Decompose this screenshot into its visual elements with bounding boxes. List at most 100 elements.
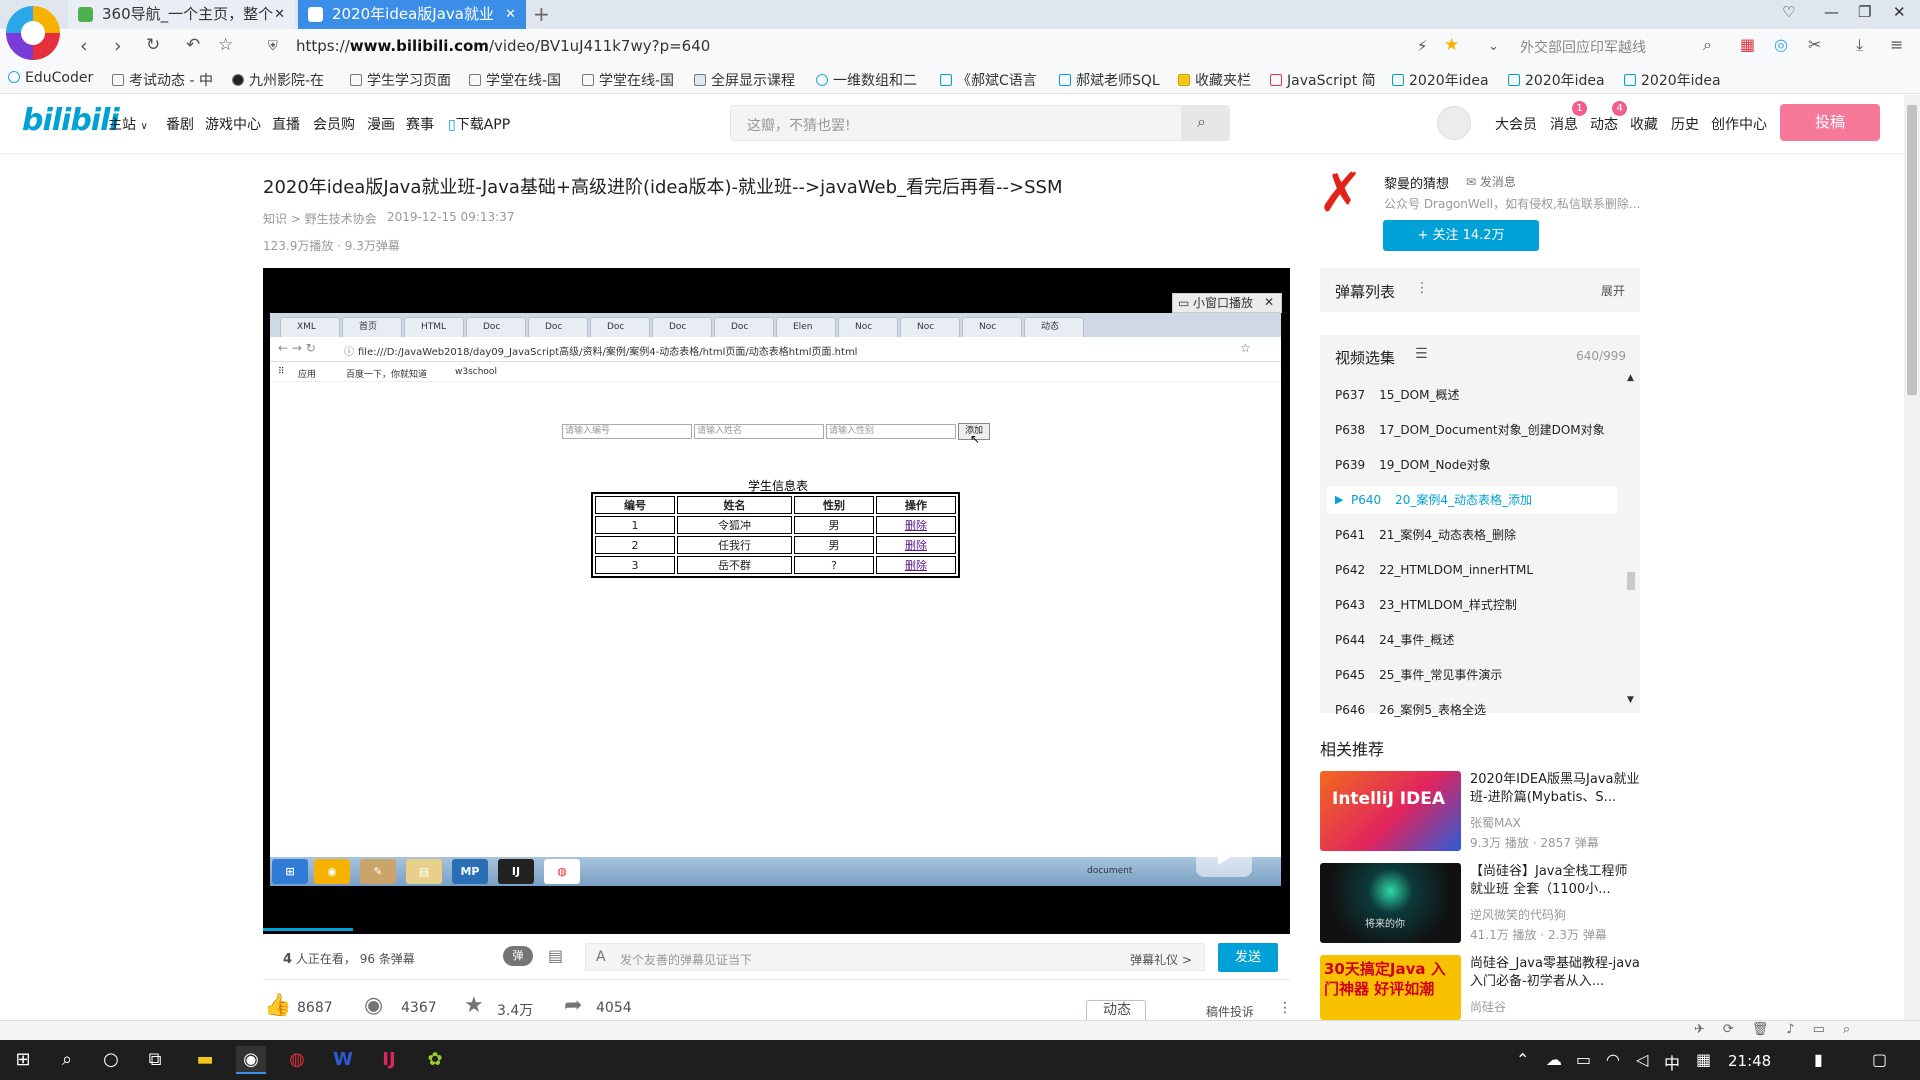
netease-music-icon[interactable]: ◍	[282, 1046, 312, 1074]
close-icon[interactable]: ✕	[274, 0, 285, 29]
bookmark-item[interactable]: 九州影院-在	[232, 70, 324, 90]
minimize-button[interactable]: —	[1824, 3, 1839, 21]
search-input[interactable]: 这瓣，不猜也罢! ⌕	[730, 105, 1230, 141]
search-button[interactable]: ⌕	[1181, 106, 1229, 140]
nav-messages[interactable]: 消息	[1550, 114, 1578, 134]
episode-item[interactable]: P638 17_DOM_Document对象_创建DOM对象	[1335, 416, 1617, 444]
danmaku-list-panel[interactable]: 弹幕列表 ⋮ 展开	[1320, 268, 1640, 312]
favorite-star-icon[interactable]: ★	[1444, 35, 1459, 55]
more-icon[interactable]: ⋮	[1278, 1000, 1292, 1016]
bookmark-item[interactable]: 全屏显示课程	[694, 70, 795, 90]
nav-history[interactable]: 历史	[1671, 114, 1699, 134]
like-icon[interactable]: 👍	[264, 994, 291, 1018]
scroll-up-icon[interactable]: ▲	[1627, 373, 1634, 383]
chevron-up-icon[interactable]: ⌃	[1516, 1050, 1529, 1069]
bookmark-item[interactable]: 2020年idea	[1508, 70, 1605, 90]
coin-icon[interactable]: ◉	[364, 994, 390, 1018]
flash-icon[interactable]: ⚡	[1417, 37, 1428, 55]
list-icon[interactable]: ☰	[1415, 346, 1428, 362]
bookmark-item[interactable]: 2020年idea	[1624, 70, 1721, 90]
status-icons[interactable]: ✈⟳🗑♪▭⌕	[1694, 1022, 1868, 1037]
file-explorer-icon[interactable]: ▬	[190, 1046, 220, 1074]
nav-creator[interactable]: 创作中心	[1711, 114, 1767, 134]
search-icon[interactable]: ⌕	[52, 1046, 82, 1074]
episode-item[interactable]: P641 21_案例4_动态表格_删除	[1335, 521, 1617, 549]
windows-start-icon[interactable]: ⊞	[8, 1046, 38, 1074]
bookmark-item[interactable]: 学堂在线-国	[469, 70, 561, 90]
nav-main[interactable]: 主站 ∨	[108, 114, 148, 134]
more-icon[interactable]: ⋮	[1415, 280, 1429, 296]
bookmark-item[interactable]: 2020年idea	[1392, 70, 1489, 90]
related-thumbnail[interactable]: 30天搞定Java 入门神器 好评如潮	[1320, 955, 1461, 1020]
browser-logo-icon[interactable]	[6, 6, 60, 60]
expand-link[interactable]: 展开	[1601, 282, 1625, 299]
maximize-button[interactable]: ❐	[1858, 3, 1871, 21]
danmaku-input[interactable]: A 发个友善的弹幕见证当下 弹幕礼仪 >	[585, 943, 1205, 971]
send-message-link[interactable]: ✉ 发消息	[1466, 173, 1516, 190]
video-category[interactable]: 知识 > 野生技术协会	[263, 210, 377, 227]
cloud-icon[interactable]: ☁	[1546, 1050, 1562, 1069]
close-icon[interactable]: ✕	[505, 0, 516, 29]
nav-dynamics[interactable]: 动态	[1590, 114, 1618, 134]
browser-360-icon[interactable]: ◉	[236, 1046, 266, 1074]
nav-download-app[interactable]: ▯下载APP	[448, 114, 510, 134]
bookmark-item[interactable]: 学堂在线-国	[582, 70, 674, 90]
site-logo[interactable]: bilibili	[22, 103, 120, 138]
report-link[interactable]: 稿件投诉	[1206, 1003, 1254, 1020]
bookmark-item[interactable]: 学生学习页面	[350, 70, 451, 90]
bars-icon[interactable]: ▮	[1814, 1050, 1823, 1069]
browser-tab-2[interactable]: 2020年idea版Java就业 ✕	[298, 0, 526, 29]
cortana-icon[interactable]: ○	[96, 1046, 126, 1074]
bookmark-item[interactable]: 一维数组和二	[816, 70, 917, 90]
menu-icon[interactable]: ≡	[1890, 35, 1903, 54]
episode-item[interactable]: ▶ P640 20_案例4_动态表格_添加	[1327, 486, 1617, 514]
episode-item[interactable]: P643 23_HTMLDOM_样式控制	[1335, 591, 1617, 619]
bookmark-item[interactable]: 收藏夹栏	[1178, 70, 1251, 90]
bookmark-item[interactable]: 郝斌老师SQL	[1059, 70, 1160, 90]
search-hint[interactable]: 外交部回应印军越线	[1520, 37, 1646, 57]
scissors-icon[interactable]: ✂	[1808, 35, 1821, 54]
download-icon[interactable]: ⤓	[1856, 35, 1863, 55]
related-author[interactable]: 张蜀MAX	[1470, 814, 1521, 831]
calendar-icon[interactable]: ▦	[1696, 1050, 1711, 1069]
episode-item[interactable]: P646 26_案例5_表格全选	[1335, 696, 1617, 724]
episode-scrollbar[interactable]	[1627, 380, 1635, 700]
related-author[interactable]: 尚硅谷	[1470, 998, 1506, 1015]
undo-icon[interactable]: ↶	[186, 35, 200, 55]
volume-icon[interactable]: ◁	[1636, 1050, 1648, 1069]
episode-item[interactable]: P637 15_DOM_概述	[1335, 381, 1617, 409]
font-icon[interactable]: A	[596, 949, 606, 965]
back-icon[interactable]: ‹	[80, 35, 88, 57]
related-video-title[interactable]: 尚硅谷_Java零基础教程-java入门必备-初学者从入...	[1470, 955, 1640, 991]
notification-icon[interactable]: ▢	[1872, 1050, 1887, 1069]
nav-favorites[interactable]: 收藏	[1630, 114, 1658, 134]
reload-icon[interactable]: ↻	[146, 35, 160, 55]
new-tab-button[interactable]: +	[533, 0, 550, 28]
bookmark-item[interactable]: 考试动态 - 中	[112, 70, 213, 90]
episode-item[interactable]: P642 22_HTMLDOM_innerHTML	[1335, 556, 1617, 584]
up-name[interactable]: 黎曼的猜想	[1384, 173, 1449, 192]
episode-item[interactable]: P639 19_DOM_Node对象	[1335, 451, 1617, 479]
bookmark-item[interactable]: JavaScript 简	[1270, 70, 1376, 90]
chevron-down-icon[interactable]: ⌄	[1488, 39, 1499, 54]
forward-icon[interactable]: ›	[114, 35, 122, 57]
star-icon[interactable]: ☆	[218, 35, 233, 55]
nav-live[interactable]: 直播	[272, 114, 300, 134]
share-icon[interactable]: ➦	[564, 994, 590, 1018]
progress-bar[interactable]	[263, 928, 353, 931]
page-scrollbar-thumb[interactable]	[1907, 105, 1917, 395]
play-icon[interactable]	[1196, 833, 1252, 877]
close-window-button[interactable]: ✕	[1893, 3, 1906, 21]
related-thumbnail[interactable]: IntelliJ IDEA	[1320, 771, 1461, 851]
danmaku-settings-icon[interactable]: ▤	[548, 946, 563, 965]
scrollbar-thumb[interactable]	[1627, 572, 1635, 590]
danmaku-etiquette-link[interactable]: 弹幕礼仪 >	[1130, 951, 1192, 968]
battery-icon[interactable]: ▭	[1576, 1050, 1591, 1069]
translate-icon[interactable]: ◎	[1774, 35, 1788, 54]
apps-icon[interactable]: ▦	[1740, 35, 1755, 54]
favorite-icon[interactable]: ★	[464, 994, 490, 1018]
follow-button[interactable]: + 关注 14.2万	[1383, 220, 1539, 251]
ime-indicator[interactable]: 中	[1664, 1050, 1680, 1074]
clock[interactable]: 21:48	[1728, 1052, 1771, 1070]
up-avatar[interactable]: ✗	[1318, 166, 1368, 220]
